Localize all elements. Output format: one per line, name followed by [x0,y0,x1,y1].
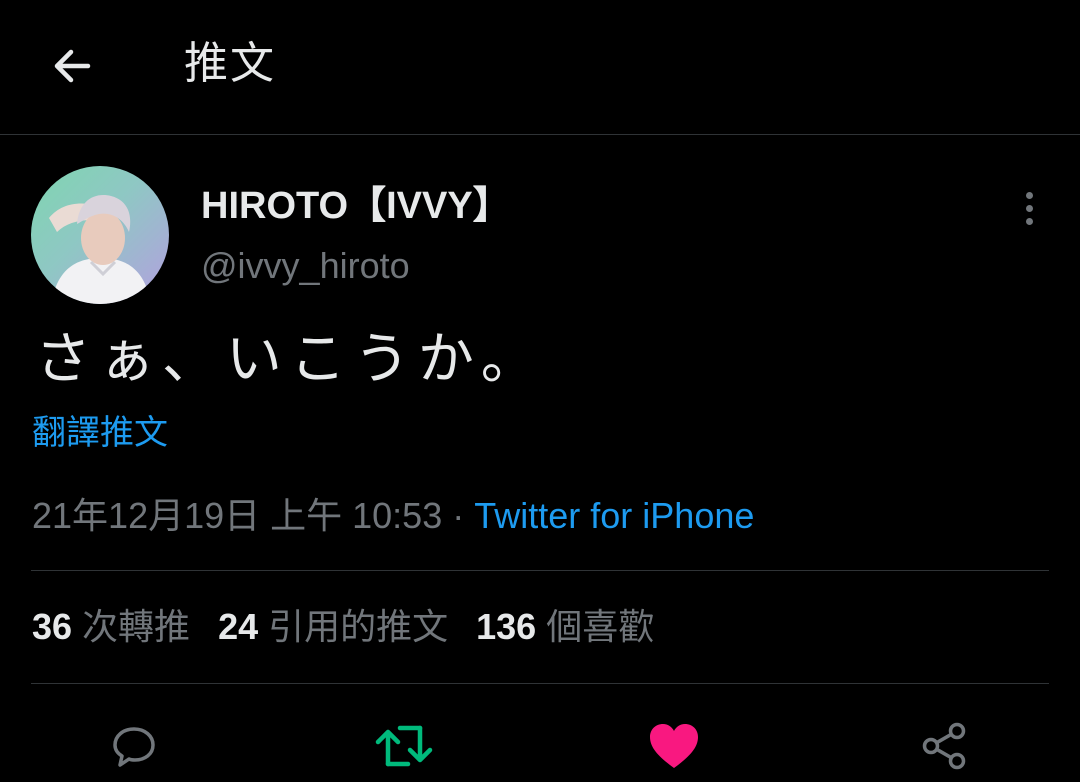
likes-stat[interactable]: 136 個喜歡 [476,602,654,653]
retweet-label: 次轉推 [82,607,191,648]
divider [31,683,1049,684]
heart-icon [650,724,698,768]
reply-button[interactable] [104,716,164,776]
tweet-stats: 36 次轉推 24 引用的推文 136 個喜歡 [32,602,682,653]
back-button[interactable] [44,38,100,94]
tweet-timestamp[interactable]: 21年12月19日 上午 10:53 [32,495,442,536]
tweet-detail-screen: 推文 HIROTO【IVVY】 @ivvy_hiroto さぁ、いこうか。 翻譯… [0,0,1080,782]
retweet-button[interactable] [374,716,434,776]
retweets-stat[interactable]: 36 次轉推 [32,602,190,653]
tweet-text: さぁ、いこうか。 [35,327,545,392]
more-vertical-icon [1025,191,1033,199]
header-divider [0,134,1080,135]
tweet-meta: 21年12月19日 上午 10:53 · Twitter for iPhone [32,492,754,540]
like-button[interactable] [644,716,704,776]
top-bar: 推文 [0,0,1080,134]
quotes-stat[interactable]: 24 引用的推文 [218,602,448,653]
more-vertical-icon-dot [1025,217,1033,225]
retweet-icon [375,725,433,767]
like-count: 136 [476,606,537,647]
meta-separator: · [452,495,465,536]
like-label: 個喜歡 [546,607,655,648]
reply-icon [113,727,155,767]
share-button[interactable] [914,716,974,776]
quote-label: 引用的推文 [268,607,449,648]
share-icon [922,722,966,770]
translate-tweet-link[interactable]: 翻譯推文 [32,410,168,456]
avatar-photo [31,166,169,304]
page-title: 推文 [184,38,276,89]
author-handle[interactable]: @ivvy_hiroto [201,243,410,289]
avatar[interactable] [31,166,169,304]
more-vertical-icon-dot [1025,204,1033,212]
more-options-button[interactable] [1012,186,1046,230]
tweet-source-link[interactable]: Twitter for iPhone [474,495,754,536]
quote-count: 24 [218,606,259,647]
author-display-name[interactable]: HIROTO【IVVY】 [201,182,511,230]
arrow-left-icon [54,49,91,83]
retweet-count: 36 [32,606,73,647]
divider [31,570,1049,571]
